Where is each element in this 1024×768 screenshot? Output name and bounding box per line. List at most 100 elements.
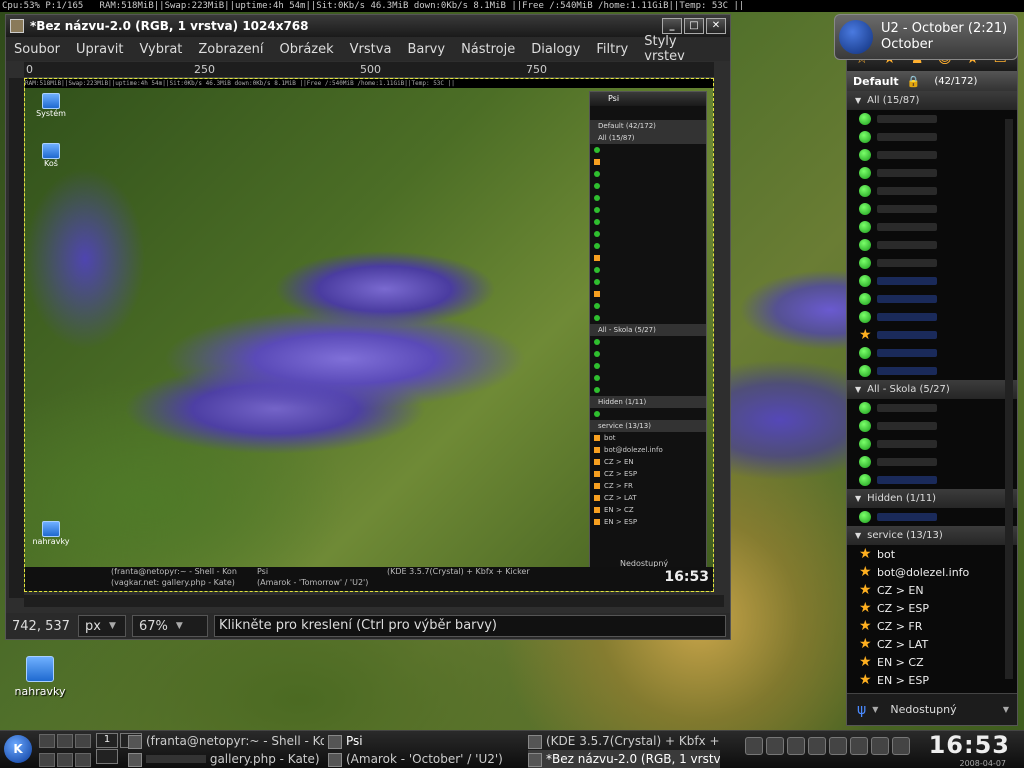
- task-psi[interactable]: Psi: [328, 732, 518, 750]
- task-konqueror[interactable]: (KDE 3.5.7(Crystal) + Kbfx + Kic: [528, 732, 720, 750]
- psi-contact[interactable]: [847, 128, 1017, 146]
- close-button[interactable]: ✕: [706, 18, 726, 34]
- horizontal-scrollbar[interactable]: [24, 595, 724, 607]
- online-status-icon: [859, 456, 871, 468]
- psi-contact[interactable]: [847, 453, 1017, 471]
- task-kate[interactable]: gallery.php - Kate): [128, 750, 324, 768]
- psi-contact[interactable]: [847, 164, 1017, 182]
- canvas-psi-contact: CZ > EN: [590, 456, 706, 468]
- psi-service-contact[interactable]: ★ CZ > EN: [847, 581, 1017, 599]
- window-titlebar[interactable]: *Bez názvu-2.0 (RGB, 1 vrstva) 1024x768 …: [6, 15, 730, 37]
- menu-obrazek[interactable]: Obrázek: [280, 42, 334, 57]
- psi-service-contact[interactable]: ★ EN > CZ: [847, 653, 1017, 671]
- menu-filtry[interactable]: Filtry: [596, 42, 628, 57]
- psi-status-selector[interactable]: Nedostupný: [890, 703, 1002, 716]
- psi-scrollbar[interactable]: [1005, 119, 1013, 679]
- chevron-down-icon[interactable]: ▼: [1003, 705, 1009, 714]
- home-icon[interactable]: [39, 734, 55, 748]
- psi-group-all[interactable]: ▼ All (15/87): [847, 91, 1017, 110]
- task-shell[interactable]: (franta@netopyr:~ - Shell - Kon: [128, 732, 324, 750]
- desktop-icon-nahravky[interactable]: nahravky: [10, 656, 70, 698]
- psi-service-contact[interactable]: ★ bot: [847, 545, 1017, 563]
- menu-vrstva[interactable]: Vrstva: [350, 42, 392, 57]
- canvas-clock: 16:53: [664, 569, 709, 585]
- vertical-ruler[interactable]: [9, 78, 24, 598]
- menu-vybrat[interactable]: Vybrat: [139, 42, 182, 57]
- psi-service-contact[interactable]: ★ CZ > FR: [847, 617, 1017, 635]
- psi-service-contact[interactable]: ★ bot@dolezel.info: [847, 563, 1017, 581]
- tray-vpn-icon[interactable]: [787, 737, 805, 755]
- psi-contact[interactable]: [847, 435, 1017, 453]
- canvas-psi-contact: CZ > FR: [590, 480, 706, 492]
- psi-menu-icon[interactable]: ψ: [857, 702, 866, 718]
- terminal-icon[interactable]: [57, 734, 73, 748]
- menu-zobrazeni[interactable]: Zobrazení: [198, 42, 263, 57]
- gimp-image-window[interactable]: *Bez názvu-2.0 (RGB, 1 vrstva) 1024x768 …: [5, 14, 731, 640]
- tray-amarok-icon[interactable]: [850, 737, 868, 755]
- minimize-button[interactable]: _: [662, 18, 682, 34]
- unit-selector[interactable]: px ▼: [78, 615, 126, 637]
- canvas-psi-contact: [590, 144, 706, 156]
- canvas-psi-contact: [590, 180, 706, 192]
- tray-psi-icon[interactable]: [829, 737, 847, 755]
- psi-account-header[interactable]: Default 🔒 (42/172): [847, 71, 1017, 91]
- zoom-selector[interactable]: 67% ▼: [132, 615, 208, 637]
- psi-group-service[interactable]: ▼ service (13/13): [847, 526, 1017, 545]
- psi-contact[interactable]: [847, 146, 1017, 164]
- psi-contact[interactable]: [847, 508, 1017, 526]
- tray-graph-icon[interactable]: [892, 737, 910, 755]
- pager-desktop-1[interactable]: 1: [96, 733, 118, 748]
- psi-contact[interactable]: [847, 110, 1017, 128]
- psi-contact[interactable]: [847, 399, 1017, 417]
- chevron-down-icon[interactable]: ▼: [872, 705, 878, 714]
- psi-contact[interactable]: [847, 182, 1017, 200]
- star-icon: ★: [859, 582, 872, 598]
- canvas-psi-contact: EN > CZ: [590, 504, 706, 516]
- clock[interactable]: 16:53: [929, 731, 1010, 759]
- pager-desktop-1b[interactable]: [96, 749, 118, 764]
- status-message: Klikněte pro kreslení (Ctrl pro výběr ba…: [214, 615, 726, 637]
- psi-contact[interactable]: [847, 200, 1017, 218]
- psi-contact[interactable]: [847, 290, 1017, 308]
- canvas-psi-toolbar: [590, 106, 706, 120]
- psi-contact[interactable]: ★: [847, 326, 1017, 344]
- psi-contact[interactable]: [847, 218, 1017, 236]
- psi-roster-window[interactable]: ☆ ★ ♟ ☺ ★ ▭ Default 🔒 (42/172) ▼ All (15…: [846, 46, 1018, 726]
- monitor-icon[interactable]: [75, 753, 91, 767]
- psi-contact[interactable]: [847, 344, 1017, 362]
- maximize-button[interactable]: □: [684, 18, 704, 34]
- online-status-icon: [859, 113, 871, 125]
- task-amarok[interactable]: (Amarok - 'October' / 'U2'): [328, 750, 524, 768]
- menu-soubor[interactable]: Soubor: [14, 42, 60, 57]
- psi-group-hidden[interactable]: ▼ Hidden (1/11): [847, 489, 1017, 508]
- psi-contact[interactable]: [847, 362, 1017, 380]
- psi-contact[interactable]: [847, 308, 1017, 326]
- psi-contact[interactable]: [847, 272, 1017, 290]
- network-icon[interactable]: [39, 753, 55, 767]
- app-icon[interactable]: [57, 753, 73, 767]
- menu-barvy[interactable]: Barvy: [407, 42, 445, 57]
- psi-group-all-skola[interactable]: ▼ All - Skola (5/27): [847, 380, 1017, 399]
- image-canvas[interactable]: RAM:518MiB||Swap:223MiB||uptime:4h 54m||…: [24, 78, 714, 592]
- psi-service-contact[interactable]: ★ CZ > ESP: [847, 599, 1017, 617]
- horizontal-ruler[interactable]: 0 250 500 750: [24, 62, 714, 78]
- psi-contact[interactable]: [847, 236, 1017, 254]
- psi-contact[interactable]: [847, 417, 1017, 435]
- canvas-task: (vagkar.net: gallery.php - Kate): [111, 578, 235, 587]
- psi-contact[interactable]: [847, 471, 1017, 489]
- kmenu-button[interactable]: K: [4, 735, 32, 763]
- task-gimp[interactable]: *Bez názvu-2.0 (RGB, 1 vrstv: [528, 750, 720, 768]
- display-icon[interactable]: [75, 734, 91, 748]
- tray-update-icon[interactable]: [808, 737, 826, 755]
- psi-service-contact[interactable]: ★ CZ > LAT: [847, 635, 1017, 653]
- tray-package-icon[interactable]: [871, 737, 889, 755]
- tray-network-icon[interactable]: [766, 737, 784, 755]
- tray-arrow-icon[interactable]: [745, 737, 763, 755]
- menu-nastroje[interactable]: Nástroje: [461, 42, 515, 57]
- menu-styly-vrstev[interactable]: Styly vrstev: [644, 34, 714, 64]
- menu-upravit[interactable]: Upravit: [76, 42, 123, 57]
- osd-album: October: [881, 37, 934, 52]
- menu-dialogy[interactable]: Dialogy: [531, 42, 580, 57]
- psi-service-contact[interactable]: ★ EN > ESP: [847, 671, 1017, 689]
- psi-contact[interactable]: [847, 254, 1017, 272]
